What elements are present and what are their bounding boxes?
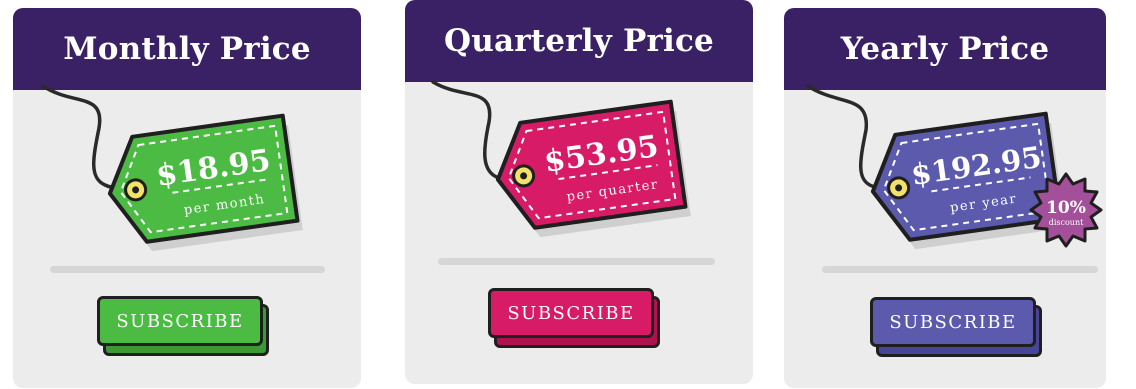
subscribe-label: SUBSCRIBE [97, 296, 263, 346]
subscribe-button-monthly[interactable]: SUBSCRIBE [97, 296, 269, 356]
subscribe-label: SUBSCRIBE [870, 297, 1036, 347]
tag-shelf [438, 258, 715, 265]
badge-value: 10% [1046, 198, 1086, 218]
subscribe-button-quarterly[interactable]: SUBSCRIBE [488, 288, 660, 348]
tag-shelf [822, 266, 1098, 273]
subscribe-button-yearly[interactable]: SUBSCRIBE [870, 297, 1042, 357]
subscribe-label: SUBSCRIBE [488, 288, 654, 338]
badge-label: discount [1049, 218, 1084, 227]
plan-card-quarterly: Quarterly Price $53.95 per quarter SUBSC… [405, 0, 753, 384]
plan-card-yearly: Yearly Price $192.95 per year 10% discou… [784, 8, 1106, 388]
tag-shelf [50, 266, 325, 273]
plan-card-monthly: Monthly Price $18.95 per month SUBSCRIBE [13, 8, 361, 388]
